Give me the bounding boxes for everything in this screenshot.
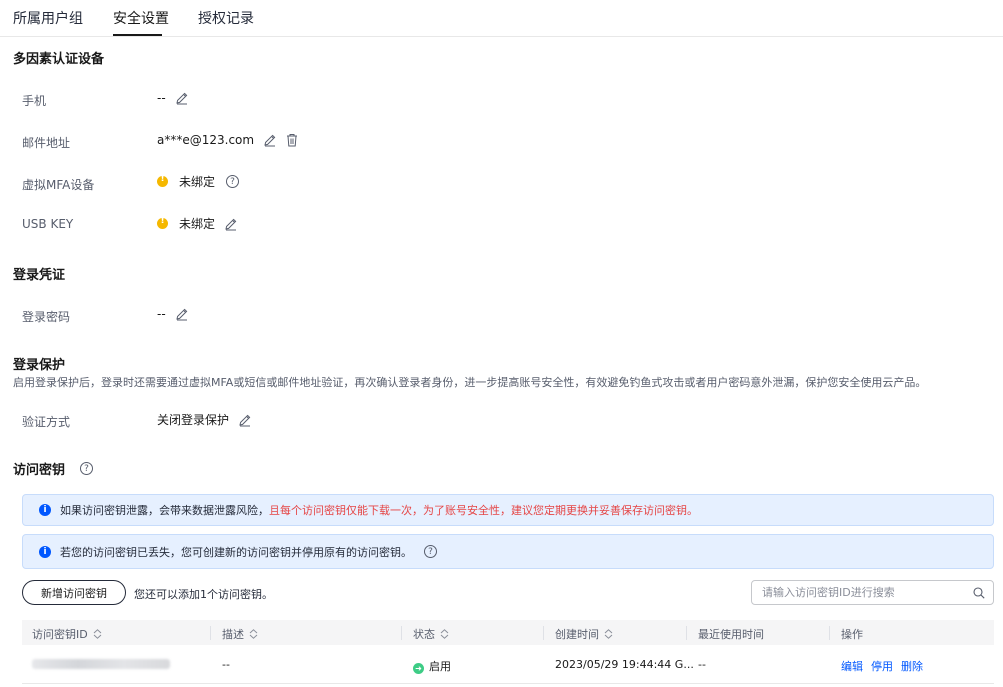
tab-security-settings[interactable]: 安全设置	[113, 8, 169, 28]
column-separator	[686, 626, 687, 640]
mfa-section-title: 多因素认证设备	[13, 52, 105, 67]
info-icon: i	[39, 545, 51, 558]
login-protection-title: 登录保护	[13, 358, 66, 373]
access-key-id-redacted	[32, 659, 170, 672]
warning-icon	[157, 216, 168, 229]
edit-icon[interactable]	[174, 306, 190, 322]
search-input[interactable]	[762, 586, 967, 599]
sort-icon	[604, 629, 613, 639]
help-icon[interactable]: ?	[424, 545, 437, 558]
sort-icon	[93, 629, 102, 639]
email-label: 邮件地址	[22, 136, 71, 150]
status-enabled-icon: ➜	[413, 663, 424, 674]
email-row: a***e@123.com	[157, 132, 300, 148]
edit-icon[interactable]	[262, 132, 278, 148]
column-separator	[401, 626, 402, 640]
info-icon: i	[39, 504, 51, 516]
column-last-used-time: 最近使用时间	[698, 628, 764, 641]
usb-key-label: USB KEY	[22, 217, 74, 231]
column-separator	[829, 626, 830, 640]
alert-text: 若您的访问密钥已丢失，您可创建新的访问密钥并停用原有的访问密钥。	[60, 545, 412, 559]
column-separator	[210, 626, 211, 640]
tab-bar: 所属用户组 安全设置 授权记录	[0, 0, 1003, 37]
table-row: -- ➜ 启用 2023/05/29 19:44:44 G... -- 编辑 停用删…	[22, 645, 994, 684]
column-actions: 操作	[841, 628, 863, 641]
active-tab-indicator	[113, 34, 162, 36]
verification-method-row: 关闭登录保护	[157, 411, 253, 428]
delete-link[interactable]: 删除	[901, 660, 923, 673]
column-status[interactable]: 状态	[413, 626, 449, 642]
column-description[interactable]: 描述	[222, 626, 258, 642]
column-separator	[543, 626, 544, 640]
remaining-keys-hint: 您还可以添加1个访问密钥。	[134, 588, 273, 601]
phone-value: --	[157, 91, 166, 105]
add-access-key-button[interactable]: 新增访问密钥	[22, 580, 126, 605]
password-label: 登录密码	[22, 310, 71, 324]
phone-label: 手机	[22, 94, 47, 108]
lost-key-alert: i 若您的访问密钥已丢失，您可创建新的访问密钥并停用原有的访问密钥。 ?	[22, 534, 994, 569]
login-protection-description: 启用登录保护后，登录时还需要通过虚拟MFA或短信或邮件地址验证，再次确认登录者身…	[13, 376, 927, 389]
status-cell: ➜ 启用	[413, 658, 451, 674]
access-keys-title-row: 访问密钥 ?	[13, 459, 94, 478]
usb-key-row: 未绑定	[157, 215, 239, 232]
alert-text: 如果访问密钥泄露，会带来数据泄露风险，	[60, 504, 269, 517]
column-created-time[interactable]: 创建时间	[555, 626, 613, 642]
usb-key-value: 未绑定	[179, 217, 216, 231]
delete-icon[interactable]	[284, 132, 300, 148]
virtual-mfa-value: 未绑定	[179, 175, 216, 189]
sort-icon	[249, 629, 258, 639]
email-value: a***e@123.com	[157, 133, 255, 147]
edit-icon[interactable]	[237, 412, 253, 428]
sort-icon	[440, 629, 449, 639]
help-icon[interactable]: ?	[226, 175, 240, 188]
verification-method-label: 验证方式	[22, 415, 71, 429]
phone-row: --	[157, 90, 190, 106]
actions-cell: 编辑 停用 删除	[841, 658, 931, 674]
virtual-mfa-row: 未绑定 ?	[157, 173, 240, 190]
warning-icon	[157, 174, 168, 187]
search-icon[interactable]	[973, 587, 985, 599]
password-value: --	[157, 307, 166, 321]
access-keys-title: 访问密钥	[13, 463, 66, 478]
table-header: 访问密钥ID 描述 状态 创建时间 最近使用时间 操作	[22, 620, 994, 645]
password-row: --	[157, 306, 190, 322]
description-cell: --	[222, 658, 230, 671]
column-access-key-id[interactable]: 访问密钥ID	[32, 626, 102, 642]
edit-icon[interactable]	[174, 90, 190, 106]
login-credential-title: 登录凭证	[13, 268, 66, 283]
leak-warning-alert: i 如果访问密钥泄露，会带来数据泄露风险， 且每个访问密钥仅能下载一次，为了账号安…	[22, 494, 994, 526]
help-icon[interactable]: ?	[80, 462, 94, 475]
tab-authorization-records[interactable]: 授权记录	[198, 8, 254, 28]
edit-link[interactable]: 编辑	[841, 660, 863, 673]
edit-icon[interactable]	[223, 216, 239, 232]
tab-user-groups[interactable]: 所属用户组	[13, 8, 83, 28]
alert-emphasis-text: 且每个访问密钥仅能下载一次，为了账号安全性，建议您定期更换并妥善保存访问密钥。	[269, 504, 698, 517]
disable-link[interactable]: 停用	[871, 660, 893, 673]
created-time-cell: 2023/05/29 19:44:44 G...	[555, 658, 694, 671]
virtual-mfa-label: 虚拟MFA设备	[22, 178, 95, 192]
access-key-search	[751, 580, 994, 605]
verification-method-value: 关闭登录保护	[157, 413, 230, 427]
last-used-cell: --	[698, 658, 706, 671]
